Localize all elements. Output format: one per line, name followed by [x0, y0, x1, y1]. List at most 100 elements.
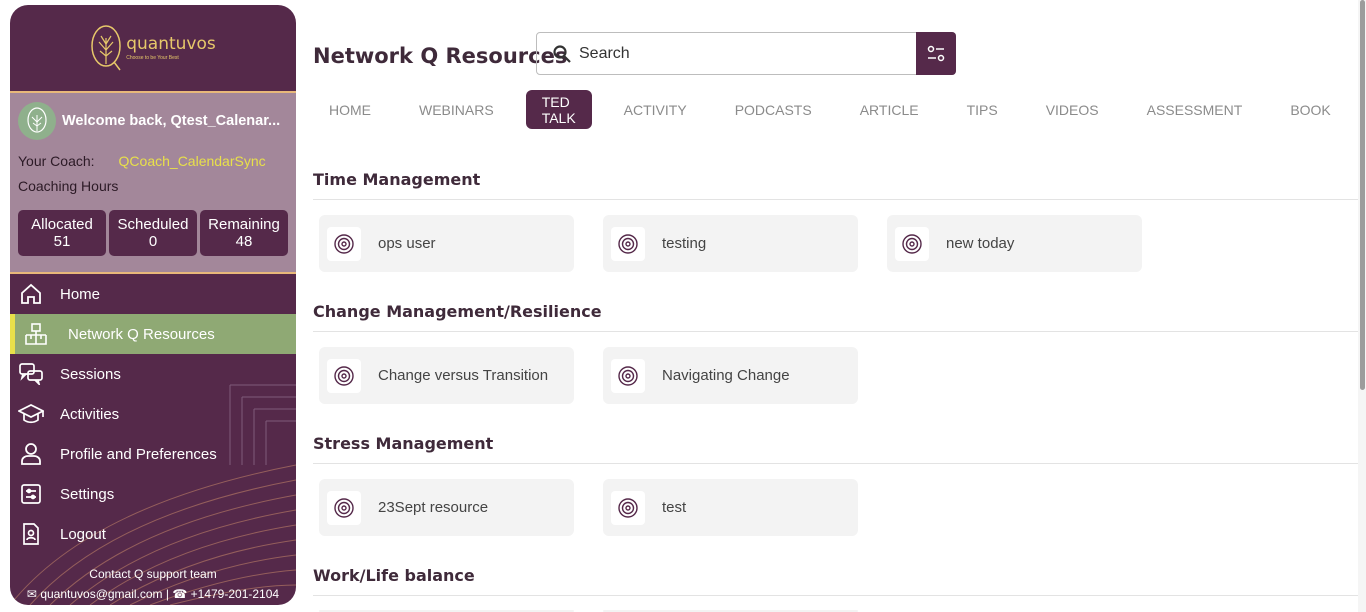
- search-icon: [553, 44, 571, 63]
- user-panel: Welcome back, Qtest_Calenar... Your Coac…: [10, 93, 296, 274]
- welcome-text: Welcome back, Qtest_Calenar...: [62, 113, 281, 129]
- filter-icon: [927, 45, 945, 61]
- section-title: Work/Life balance: [313, 566, 475, 585]
- sidebar-nav: Home Network Q Resources Sessions Activi…: [10, 274, 296, 554]
- resource-card[interactable]: ops user: [319, 215, 574, 272]
- ted-talk-icon: [327, 226, 361, 261]
- ted-talk-icon: [611, 490, 645, 525]
- ted-talk-icon: [611, 226, 645, 261]
- hours-scheduled-label: Scheduled: [117, 216, 189, 233]
- hours-scheduled-value: 0: [148, 233, 158, 250]
- sidebar-item-profile[interactable]: Profile and Preferences: [10, 434, 296, 474]
- search-bar: [536, 32, 956, 75]
- section-title: Time Management: [313, 170, 481, 189]
- hours-scheduled: Scheduled 0: [109, 210, 197, 256]
- graduation-cap-icon: [18, 402, 44, 426]
- resource-tabs: HOME WEBINARS TED TALK ACTIVITY PODCASTS…: [313, 90, 1363, 129]
- tab-home[interactable]: HOME: [313, 90, 387, 129]
- sidebar-item-label: Sessions: [60, 365, 121, 383]
- chat-icon: [18, 362, 44, 386]
- network-icon: [23, 322, 49, 346]
- resource-card[interactable]: Change versus Transition: [319, 347, 574, 404]
- resource-title: ops user: [378, 235, 436, 252]
- coach-row: Your Coach: QCoach_CalendarSync: [18, 153, 288, 169]
- resource-card[interactable]: test: [603, 479, 858, 536]
- mail-icon: ✉: [26, 587, 37, 601]
- tree-avatar-icon: [27, 107, 47, 133]
- sidebar-item-home[interactable]: Home: [10, 274, 296, 314]
- hours-allocated-value: 51: [53, 233, 71, 250]
- hours-remaining-label: Remaining: [208, 216, 280, 233]
- ted-talk-icon: [895, 226, 929, 261]
- resource-title: testing: [662, 235, 707, 252]
- sidebar-item-label: Logout: [60, 525, 106, 543]
- hours-allocated: Allocated 51: [18, 210, 106, 256]
- tab-book[interactable]: BOOK: [1274, 90, 1346, 129]
- page-title: Network Q Resources: [313, 44, 568, 68]
- user-icon: [18, 442, 44, 466]
- hours-allocated-label: Allocated: [31, 216, 93, 233]
- contact-details: ✉ quantuvos@gmail.com | ☎ +1479-201-2104: [10, 587, 296, 601]
- brand-logo[interactable]: quantuvos Choose to be Your Best: [90, 24, 216, 72]
- resource-title: new today: [946, 235, 1015, 252]
- main-content: Network Q Resources HOME WEBINARS TED TA…: [313, 0, 1358, 612]
- resource-card[interactable]: Navigating Change: [603, 347, 858, 404]
- sidebar-item-sessions[interactable]: Sessions: [10, 354, 296, 394]
- tab-article[interactable]: ARTICLE: [844, 90, 935, 129]
- resource-card[interactable]: 23Sept resource: [319, 479, 574, 536]
- resource-title: 23Sept resource: [378, 499, 489, 516]
- section-title: Change Management/Resilience: [313, 302, 602, 321]
- scrollbar-thumb[interactable]: [1360, 0, 1365, 390]
- section-divider: [313, 463, 1358, 464]
- resource-title: Change versus Transition: [378, 367, 549, 384]
- resource-card[interactable]: testing: [603, 215, 858, 272]
- resource-title: test: [662, 499, 687, 516]
- contact-title: Contact Q support team: [89, 567, 217, 581]
- contact-support: Contact Q support team ✉ quantuvos@gmail…: [10, 563, 296, 605]
- filter-button[interactable]: [916, 32, 956, 75]
- tree-logo-icon: [91, 25, 121, 71]
- sidebar-item-network-q-resources[interactable]: Network Q Resources: [10, 314, 296, 354]
- hours-remaining-value: 48: [235, 233, 253, 250]
- welcome-row: Welcome back, Qtest_Calenar...: [18, 101, 288, 141]
- hours-remaining: Remaining 48: [200, 210, 288, 256]
- sidebar-item-settings[interactable]: Settings: [10, 474, 296, 514]
- resource-title: Navigating Change: [662, 367, 790, 384]
- app-root: quantuvos Choose to be Your Best Welcome…: [0, 0, 1366, 612]
- settings-icon: [18, 482, 44, 506]
- tab-activity[interactable]: ACTIVITY: [608, 90, 703, 129]
- tab-ted-talk[interactable]: TED TALK: [525, 90, 592, 129]
- contact-email[interactable]: quantuvos@gmail.com: [40, 587, 162, 601]
- coaching-hours: Allocated 51 Scheduled 0 Remaining 48: [18, 210, 288, 256]
- coaching-hours-title: Coaching Hours: [18, 178, 119, 194]
- tab-podcasts[interactable]: PODCASTS: [719, 90, 828, 129]
- sidebar-item-label: Network Q Resources: [68, 325, 215, 343]
- tab-videos[interactable]: VIDEOS: [1030, 90, 1115, 129]
- section-title: Stress Management: [313, 434, 494, 453]
- logout-icon: [18, 522, 44, 546]
- phone-icon: ☎: [172, 587, 188, 601]
- tab-webinars[interactable]: WEBINARS: [403, 90, 510, 129]
- sidebar-item-logout[interactable]: Logout: [10, 514, 296, 554]
- sidebar-item-activities[interactable]: Activities: [10, 394, 296, 434]
- sidebar-item-label: Home: [60, 285, 101, 303]
- sidebar-item-label: Settings: [60, 485, 115, 503]
- sidebar-item-label: Profile and Preferences: [60, 445, 217, 463]
- section-divider: [313, 199, 1358, 200]
- tab-assessment[interactable]: ASSESSMENT: [1131, 90, 1259, 129]
- sidebar-item-label: Activities: [60, 405, 120, 423]
- coach-label: Your Coach:: [18, 153, 95, 169]
- section-divider: [313, 331, 1358, 332]
- brand-tagline: Choose to be Your Best: [126, 54, 179, 61]
- contact-phone[interactable]: +1479-201-2104: [191, 587, 279, 601]
- avatar[interactable]: [18, 102, 56, 140]
- resource-card[interactable]: new today: [887, 215, 1142, 272]
- tab-tips[interactable]: TIPS: [951, 90, 1014, 129]
- sidebar: quantuvos Choose to be Your Best Welcome…: [10, 5, 296, 605]
- brand-name: quantuvos: [126, 33, 216, 54]
- search-input[interactable]: [579, 44, 899, 63]
- coach-name[interactable]: QCoach_CalendarSync: [119, 153, 266, 169]
- ted-talk-icon: [611, 358, 645, 393]
- section-divider: [313, 595, 1358, 596]
- ted-talk-icon: [327, 358, 361, 393]
